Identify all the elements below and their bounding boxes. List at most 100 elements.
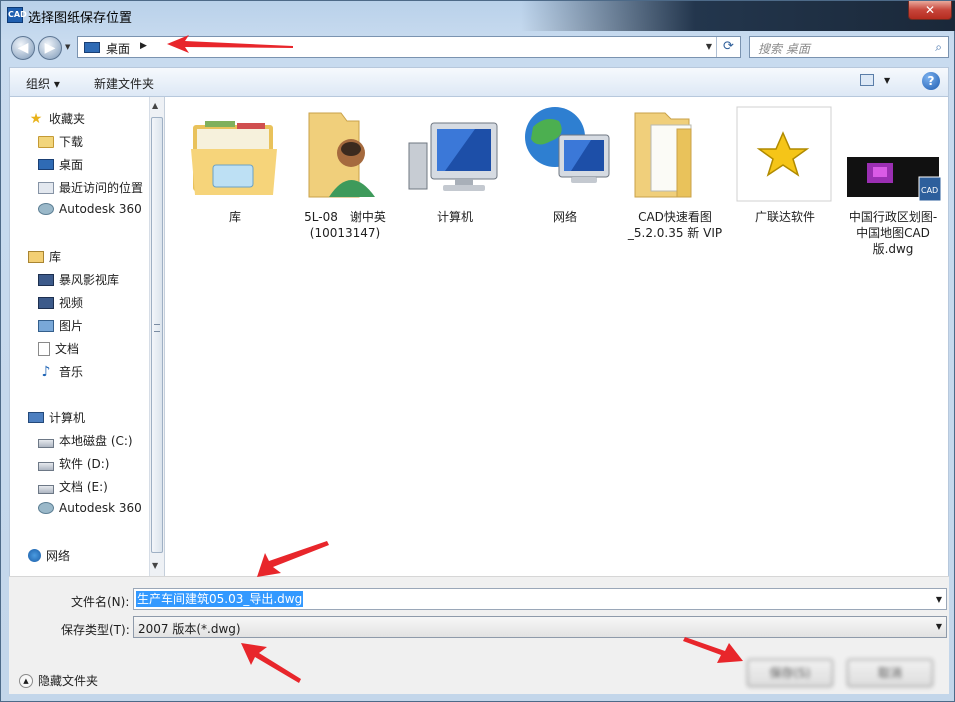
- filetype-select[interactable]: 2007 版本(*.dwg) ▼: [133, 616, 947, 638]
- autodesk-360-icon: [38, 203, 54, 215]
- address-dropdown-icon[interactable]: ▼: [706, 42, 712, 51]
- file-item[interactable]: 广联达软件: [735, 105, 835, 225]
- video-library-icon: [38, 273, 54, 286]
- annotation-arrow-filename: [257, 541, 329, 577]
- filename-value[interactable]: 生产车间建筑05.03_导出.dwg: [136, 591, 304, 607]
- system-drive-icon: [38, 439, 54, 448]
- back-button[interactable]: ◀: [11, 36, 35, 60]
- computer-icon: [28, 412, 44, 423]
- sidebar-item-baofeng[interactable]: 暴风影视库: [38, 271, 119, 288]
- film-icon: [38, 296, 54, 309]
- breadcrumb-chevron-icon[interactable]: ▶: [140, 41, 147, 51]
- save-options-panel: 文件名(N): 生产车间建筑05.03_导出.dwg ▼ 保存类型(T): 20…: [9, 576, 949, 694]
- computer-icon: [405, 105, 505, 205]
- annotation-arrow-filetype: [241, 643, 301, 683]
- file-item[interactable]: 网络: [515, 105, 615, 225]
- user-folder-icon: [295, 105, 395, 205]
- drive-icon: [38, 485, 54, 494]
- file-name: 5L-08 谢中英 (10013147): [304, 210, 386, 240]
- app-icon: CAD: [7, 7, 27, 23]
- cancel-button[interactable]: 取消: [847, 659, 933, 687]
- command-bar: 组织 ▾ 新建文件夹 ▼ ?: [9, 67, 949, 97]
- filetype-value: 2007 版本(*.dwg): [138, 622, 241, 636]
- view-icon[interactable]: [860, 74, 874, 86]
- music-note-icon: ♪: [41, 363, 51, 380]
- title-bar: CAD 选择图纸保存位置 ✕: [1, 1, 955, 29]
- downloads-folder-icon: [38, 135, 54, 148]
- forward-button[interactable]: ▶: [38, 36, 62, 60]
- search-box[interactable]: 搜索 桌面 ⌕: [749, 36, 949, 58]
- chevron-up-icon: ▲: [19, 673, 33, 688]
- recent-pages-dropdown-icon[interactable]: ▼: [65, 43, 70, 51]
- recent-places-icon: [38, 181, 54, 194]
- svg-text:CAD: CAD: [921, 186, 938, 195]
- sidebar-item-videos[interactable]: 视频: [38, 294, 83, 311]
- filename-input[interactable]: 生产车间建筑05.03_导出.dwg ▼: [133, 588, 947, 610]
- file-name: 库: [228, 210, 241, 224]
- file-item[interactable]: 计算机: [405, 105, 505, 225]
- filetype-label: 保存类型(T):: [61, 623, 130, 637]
- save-button[interactable]: 保存(S): [747, 659, 833, 687]
- annotation-arrow-address: [167, 35, 293, 53]
- autodesk-360-icon: [38, 502, 54, 514]
- folder-icon: [625, 105, 725, 205]
- sidebar-item-music[interactable]: ♪ 音乐: [38, 363, 83, 380]
- search-placeholder: 搜索 桌面: [758, 42, 810, 56]
- network-globe-icon: [515, 105, 615, 205]
- annotation-arrow-save: [683, 637, 743, 663]
- file-item[interactable]: CAD 中国行政区划图-中国地图CAD版.dwg: [843, 105, 943, 257]
- sidebar-item-desktop[interactable]: 桌面: [38, 156, 83, 173]
- sidebar-item-drive-d[interactable]: 软件 (D:): [38, 455, 109, 472]
- close-button[interactable]: ✕: [908, 1, 952, 20]
- scroll-down-icon[interactable]: ▼: [152, 561, 158, 570]
- sidebar-item-drive-c[interactable]: 本地磁盘 (C:): [38, 432, 133, 449]
- search-icon[interactable]: ⌕: [935, 40, 942, 55]
- save-dialog: CAD 选择图纸保存位置 ✕ ◀ ▶ ▼ 桌面 ▶ ▼ ⟳ 搜索 桌面 ⌕ 组织…: [0, 0, 955, 702]
- drive-icon: [38, 462, 54, 471]
- filename-dropdown-icon[interactable]: ▼: [936, 595, 942, 604]
- sidebar-item-autodesk360-drive[interactable]: Autodesk 360: [38, 501, 142, 515]
- organize-menu[interactable]: 组织 ▾: [26, 75, 60, 92]
- file-item[interactable]: 库: [185, 105, 285, 225]
- sidebar-favorites[interactable]: ★ 收藏夹: [28, 110, 85, 127]
- scrollbar-thumb[interactable]: [151, 117, 163, 553]
- file-item[interactable]: CAD快速看图_5.2.0.35 新 VIP: [625, 105, 725, 241]
- navigation-pane: ★ 收藏夹 下载 桌面 最近访问的位置 Autodesk 360 库 暴风影视库: [9, 97, 149, 576]
- sidebar-libraries[interactable]: 库: [28, 248, 61, 265]
- sidebar-item-recent[interactable]: 最近访问的位置: [38, 179, 143, 196]
- hide-folders-toggle[interactable]: ▲ 隐藏文件夹: [19, 672, 98, 689]
- help-button[interactable]: ?: [922, 72, 940, 90]
- file-list-pane: 库 5L-08 谢中英 (10013147) 计算机 网络 CAD快速看图_5.…: [165, 97, 949, 576]
- scroll-up-icon[interactable]: ▲: [152, 101, 158, 110]
- network-icon: [28, 549, 41, 562]
- sidebar-item-autodesk360[interactable]: Autodesk 360: [38, 202, 142, 216]
- filename-label: 文件名(N):: [71, 595, 130, 609]
- sidebar-network[interactable]: 网络: [28, 547, 70, 564]
- filetype-dropdown-icon[interactable]: ▼: [936, 622, 942, 631]
- file-item[interactable]: 5L-08 谢中英 (10013147): [295, 105, 395, 241]
- picture-icon: [38, 319, 54, 332]
- desktop-icon: [84, 42, 100, 53]
- file-name: CAD快速看图_5.2.0.35 新 VIP: [627, 210, 723, 240]
- address-location[interactable]: 桌面: [106, 40, 130, 57]
- file-name: 计算机: [436, 210, 473, 224]
- document-icon: [38, 341, 50, 356]
- sidebar-computer[interactable]: 计算机: [28, 409, 85, 426]
- grip-icon: [154, 324, 160, 332]
- navigation-scrollbar[interactable]: ▲ ▼: [149, 97, 165, 576]
- file-name: 网络: [552, 210, 577, 224]
- library-folder-icon: [185, 105, 285, 205]
- new-folder-button[interactable]: 新建文件夹: [94, 75, 154, 92]
- file-name: 广联达软件: [754, 210, 815, 224]
- sidebar-item-documents[interactable]: 文档: [38, 340, 79, 357]
- desktop-icon: [38, 159, 54, 170]
- library-icon: [28, 250, 44, 263]
- star-icon: ★: [29, 110, 43, 127]
- sidebar-item-pictures[interactable]: 图片: [38, 317, 83, 334]
- file-name: 中国行政区划图-中国地图CAD版.dwg: [848, 210, 938, 256]
- view-dropdown-icon[interactable]: ▼: [884, 76, 890, 85]
- sidebar-item-downloads[interactable]: 下载: [38, 133, 83, 150]
- refresh-button[interactable]: ⟳: [716, 37, 740, 57]
- window-title: 选择图纸保存位置: [28, 11, 133, 26]
- sidebar-item-drive-e[interactable]: 文档 (E:): [38, 478, 108, 495]
